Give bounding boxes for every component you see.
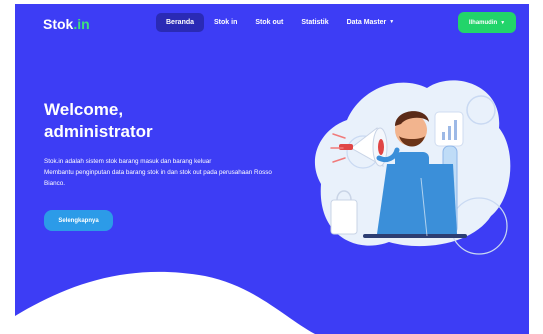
nav-item-stok-out[interactable]: Stok out [247,13,291,32]
landing-page: Stok.in Beranda Stok in Stok out Statist… [15,4,529,334]
nav-item-data-master-label: Data Master [346,19,387,26]
wave-divider [15,271,315,334]
caret-down-icon: ▼ [389,19,395,26]
nav-item-stok-in[interactable]: Stok in [206,13,245,32]
nav-item-data-master[interactable]: Data Master ▼ [339,13,403,32]
brand-logo[interactable]: Stok.in [43,16,90,32]
brand-suffix: .in [73,16,90,32]
user-menu-button[interactable]: Ilhamudin ▼ [458,12,516,33]
main-nav: Beranda Stok in Stok out Statistik Data … [156,13,404,32]
hero-title-line2: administrator [44,122,153,141]
caret-down-icon: ▼ [500,19,506,26]
hero-title-line1: Welcome, [44,100,124,119]
hero-desc-line1: Stok.in adalah sistem stok barang masuk … [44,158,212,165]
learn-more-button[interactable]: Selengkapnya [44,210,113,231]
nav-item-statistik[interactable]: Statistik [293,13,336,32]
hero-description: Stok.in adalah sistem stok barang masuk … [44,156,294,189]
brand-name: Stok [43,16,74,32]
hero-desc-line2: Membantu penginputan data barang stok in… [44,169,272,187]
megaphone-man-illustration [314,80,511,255]
hero-title: Welcome, administrator [44,99,153,143]
nav-item-beranda[interactable]: Beranda [156,13,205,32]
user-name: Ilhamudin [468,19,498,26]
